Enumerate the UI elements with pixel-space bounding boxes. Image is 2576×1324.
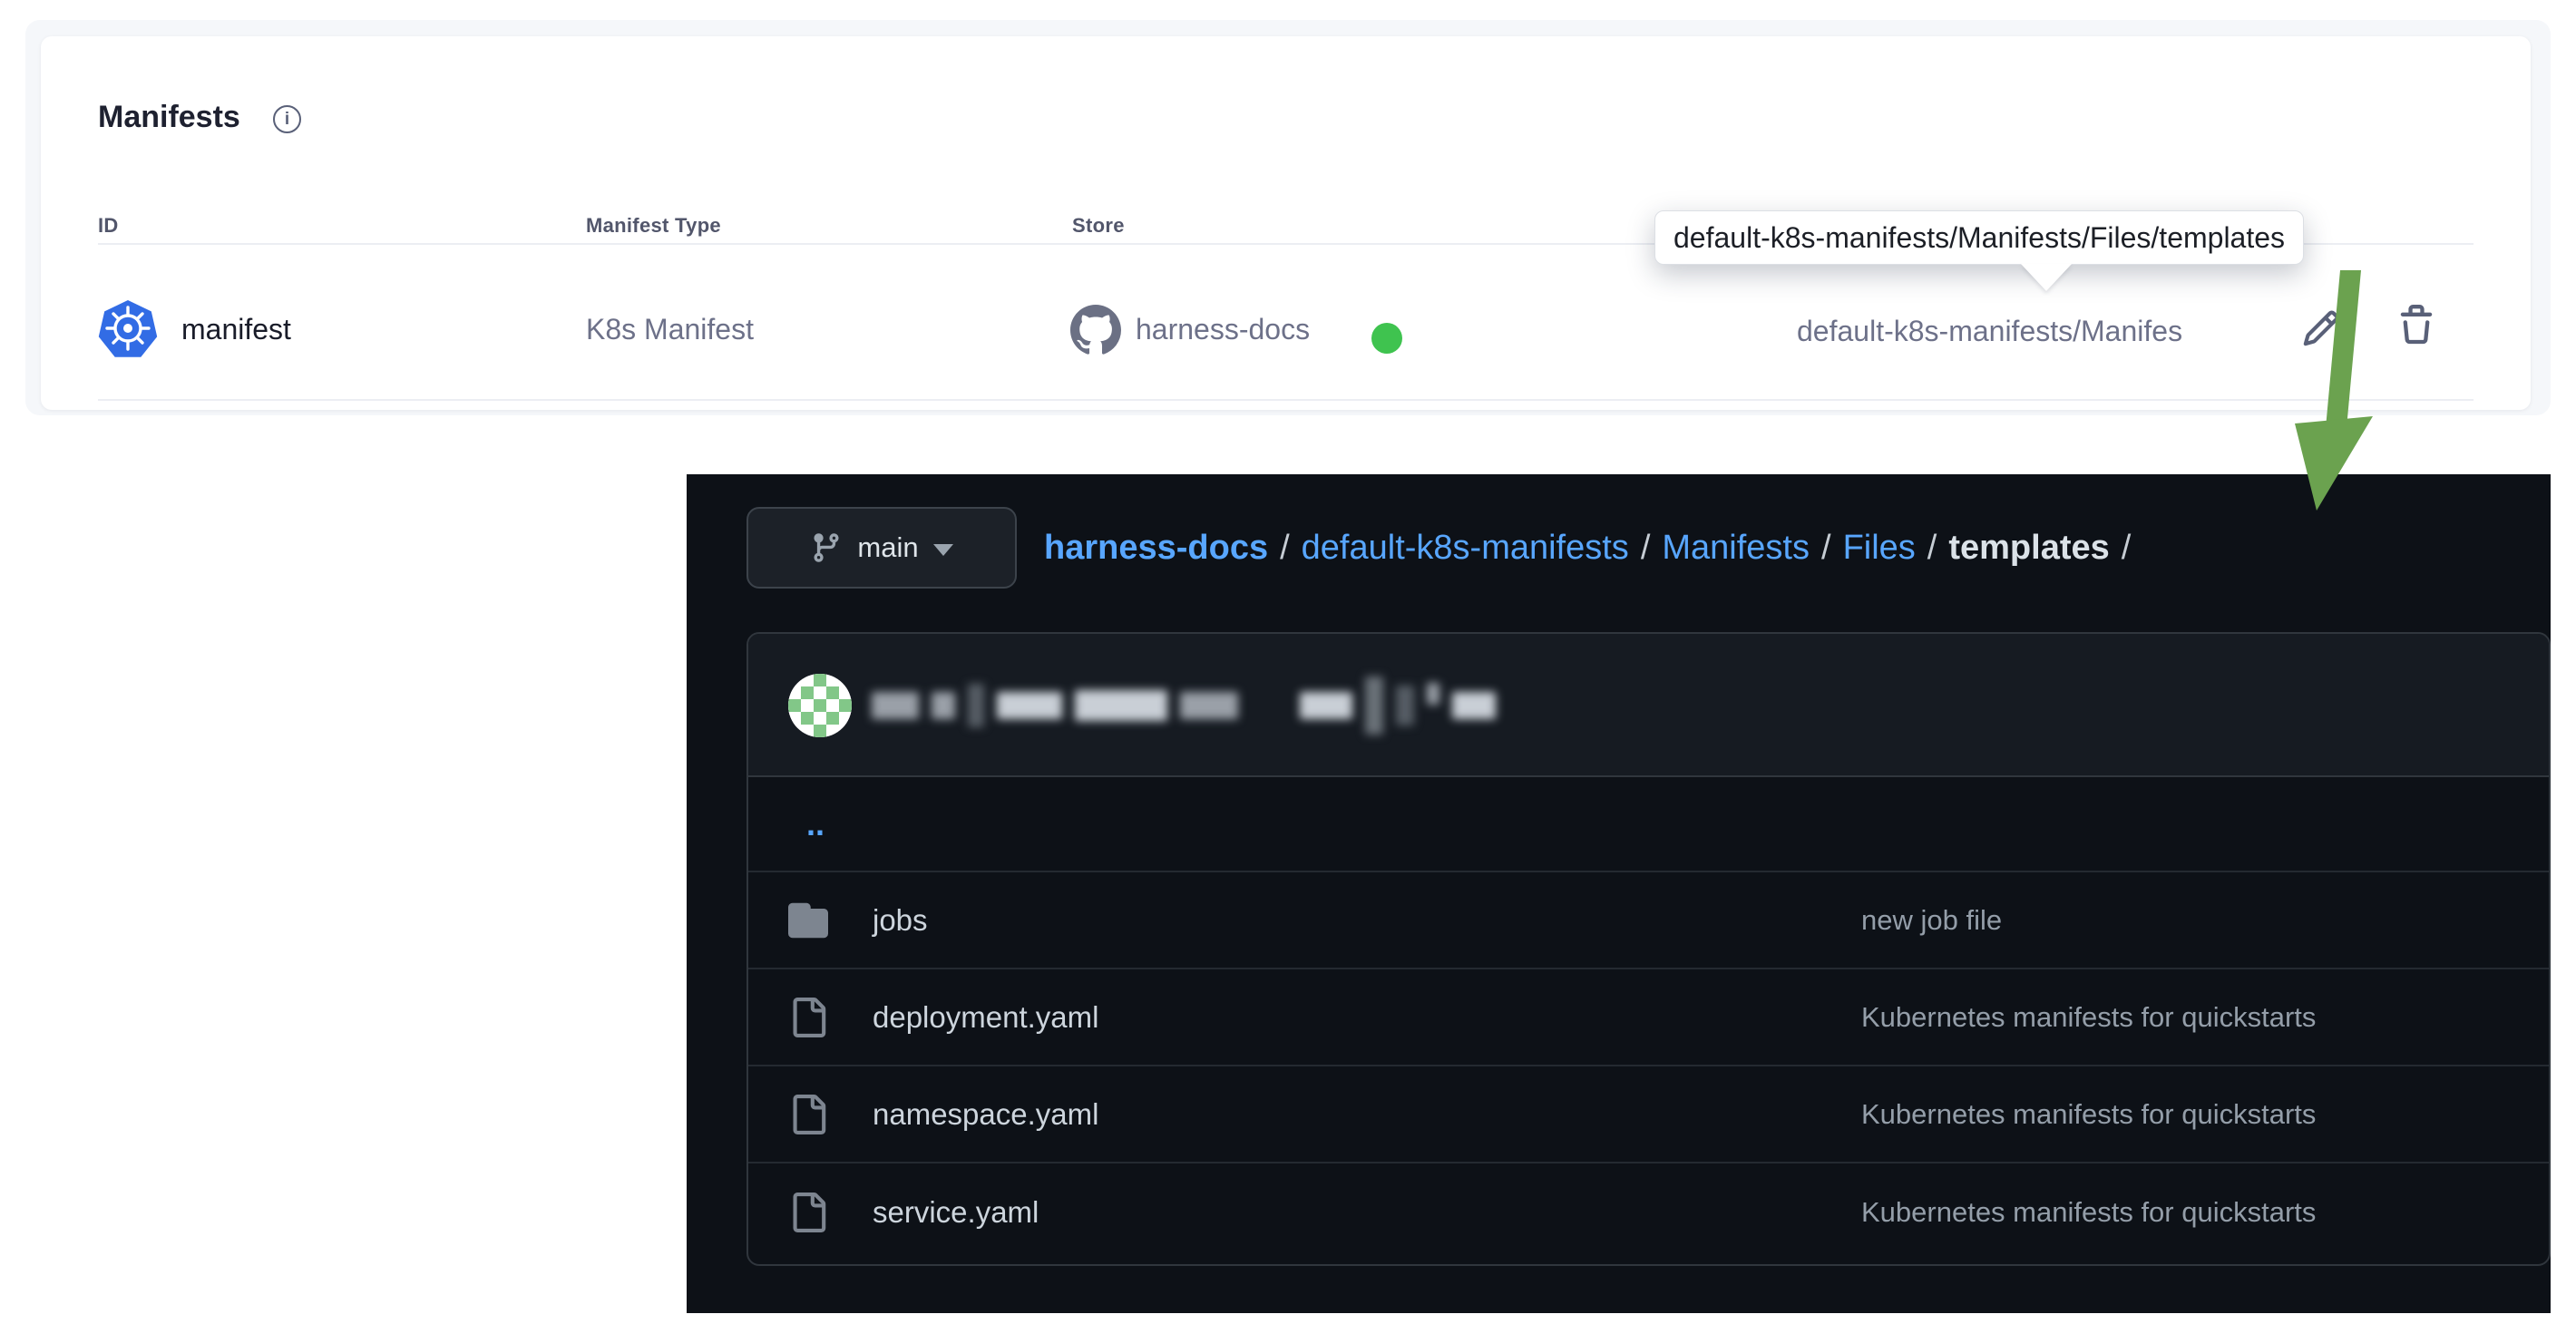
file-commit-message[interactable]: Kubernetes manifests for quickstarts xyxy=(1861,1098,2316,1131)
connector-status-dot xyxy=(1371,323,1402,354)
folder-icon xyxy=(788,902,828,938)
breadcrumb-separator: / xyxy=(1280,528,1290,567)
edit-manifest-button[interactable] xyxy=(2301,308,2341,348)
file-link[interactable]: namespace.yaml xyxy=(873,1097,1098,1132)
file-link[interactable]: deployment.yaml xyxy=(873,1000,1098,1035)
store-repo-name: harness-docs xyxy=(1136,313,1311,346)
breadcrumb-separator: / xyxy=(1927,528,1937,567)
file-icon xyxy=(793,997,826,1037)
breadcrumb-separator: / xyxy=(1821,528,1831,567)
chevron-down-icon xyxy=(932,543,953,556)
info-icon[interactable]: i xyxy=(273,105,301,133)
tooltip-caret xyxy=(2021,264,2072,291)
file-row-namespace: namespace.yaml Kubernetes manifests for … xyxy=(748,1066,2549,1163)
column-header-id: ID xyxy=(98,214,119,237)
file-row-jobs: jobs new job file xyxy=(748,872,2549,969)
breadcrumb-segment-default-k8s-manifests[interactable]: default-k8s-manifests xyxy=(1302,529,1629,568)
manifests-title: Manifests xyxy=(98,100,240,134)
file-commit-message[interactable]: Kubernetes manifests for quickstarts xyxy=(1861,1001,2316,1034)
location-cell: default-k8s-manifests/Manifes xyxy=(1797,315,2183,347)
identicon-pattern xyxy=(788,674,852,737)
branch-selector-button[interactable]: main xyxy=(746,507,1017,589)
breadcrumb-segment-files[interactable]: Files xyxy=(1843,529,1916,568)
breadcrumb-trailing-separator: / xyxy=(2121,528,2132,567)
column-header-store: Store xyxy=(1072,214,1125,237)
breadcrumb-current-templates: templates xyxy=(1948,528,2110,567)
breadcrumb-repo[interactable]: harness-docs xyxy=(1044,529,1268,568)
delete-manifest-button[interactable] xyxy=(2395,305,2437,346)
file-row-deployment: deployment.yaml Kubernetes manifests for… xyxy=(748,969,2549,1066)
pencil-icon xyxy=(2303,310,2339,346)
file-link[interactable]: service.yaml xyxy=(873,1195,1039,1230)
latest-commit-row xyxy=(748,634,2549,777)
trash-icon xyxy=(2400,305,2433,345)
manifest-id-cell[interactable]: manifest xyxy=(181,313,291,346)
manifest-type-cell: K8s Manifest xyxy=(586,313,754,346)
file-icon xyxy=(793,1192,826,1232)
column-header-manifest-type: Manifest Type xyxy=(586,214,721,237)
git-branch-icon xyxy=(814,533,839,562)
github-file-browser: main harness-docs / default-k8s-manifest… xyxy=(687,474,2551,1313)
file-commit-message[interactable]: new job file xyxy=(1861,904,2002,937)
kubernetes-icon xyxy=(98,300,158,357)
file-link[interactable]: jobs xyxy=(873,903,928,938)
screenshot-canvas: Manifests i ID Manifest Type Store LOCAT… xyxy=(0,0,2576,1324)
breadcrumb-separator: / xyxy=(1640,528,1651,567)
breadcrumb: harness-docs / default-k8s-manifests / M… xyxy=(1044,507,2142,589)
branch-name: main xyxy=(857,531,919,563)
redacted-commit-message xyxy=(872,634,1496,777)
avatar[interactable] xyxy=(788,674,852,737)
file-commit-message[interactable]: Kubernetes manifests for quickstarts xyxy=(1861,1196,2316,1229)
github-icon xyxy=(1070,305,1121,355)
location-tooltip: default-k8s-manifests/Manifests/Files/te… xyxy=(1654,210,2305,265)
breadcrumb-segment-manifests[interactable]: Manifests xyxy=(1662,529,1810,568)
location-tooltip-text: default-k8s-manifests/Manifests/Files/te… xyxy=(1673,220,2286,254)
parent-directory-row: .. xyxy=(748,777,2549,872)
file-icon xyxy=(793,1094,826,1134)
table-separator xyxy=(98,399,2474,401)
file-list-container: .. jobs new job file deployment.yaml Kub… xyxy=(746,632,2551,1266)
file-row-service: service.yaml Kubernetes manifests for qu… xyxy=(748,1163,2549,1261)
parent-directory-link[interactable]: .. xyxy=(806,805,825,843)
